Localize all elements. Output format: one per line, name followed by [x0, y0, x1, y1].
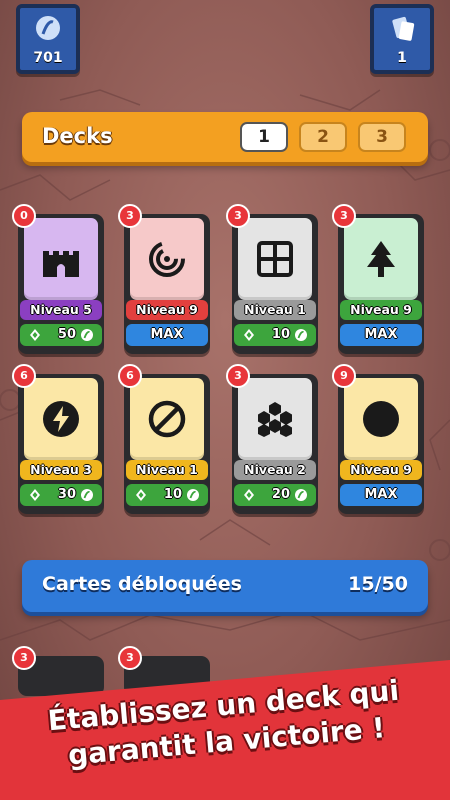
card-upgrade-button[interactable]: 30	[20, 484, 102, 506]
coin-icon	[20, 14, 76, 46]
card-max-label: MAX	[340, 484, 422, 506]
card-art	[130, 378, 204, 460]
deck-tab-2[interactable]: 2	[299, 122, 347, 152]
card-level: Niveau 9	[340, 460, 422, 480]
upgrade-icon	[28, 488, 42, 510]
card-max-label: MAX	[126, 324, 208, 346]
upgrade-cost: 10	[163, 487, 182, 502]
card-icon	[374, 14, 430, 46]
peek-badge-2: 3	[118, 646, 142, 670]
card-circle[interactable]: Niveau 9 MAX 9	[332, 364, 424, 514]
card-count-badge: 3	[226, 364, 250, 388]
upgrade-icon	[134, 488, 148, 510]
card-art	[344, 218, 418, 300]
unlocked-cards-bar[interactable]: Cartes débloquées 15/50	[22, 560, 428, 612]
card-count-badge: 6	[12, 364, 36, 388]
card-level: Niveau 9	[126, 300, 208, 320]
card-hexagons[interactable]: Niveau 2 20 3	[226, 364, 318, 514]
card-upgrade-button[interactable]: 50	[20, 324, 102, 346]
card-art	[238, 378, 312, 460]
upgrade-cost: 30	[57, 487, 76, 502]
card-count-badge: 3	[118, 204, 142, 228]
card-level: Niveau 1	[126, 460, 208, 480]
coin-icon	[294, 488, 308, 510]
upgrade-cost: 10	[271, 327, 290, 342]
card-count-badge: 0	[12, 204, 36, 228]
deck-tab-3[interactable]: 3	[358, 122, 406, 152]
card-count-badge: 9	[332, 364, 356, 388]
card-level: Niveau 9	[340, 300, 422, 320]
card-upgrade-button[interactable]: 10	[234, 324, 316, 346]
card-art	[24, 218, 98, 300]
unlocked-cards-count: 15/50	[348, 573, 408, 595]
card-level: Niveau 2	[234, 460, 316, 480]
card-art	[24, 378, 98, 460]
coin-icon	[80, 488, 94, 510]
card-prohibited[interactable]: Niveau 1 10 6	[118, 364, 210, 514]
card-lightning[interactable]: Niveau 3 30 6	[12, 364, 104, 514]
decks-title: Decks	[42, 124, 113, 148]
upgrade-cost: 20	[271, 487, 290, 502]
coin-count: 701	[33, 50, 63, 66]
coin-counter[interactable]: 701	[16, 4, 80, 74]
coin-icon	[186, 488, 200, 510]
coin-icon	[294, 328, 308, 350]
decks-bar: Decks 1 2 3	[22, 112, 428, 162]
card-art	[344, 378, 418, 460]
card-count-badge: 3	[332, 204, 356, 228]
deck-tab-1[interactable]: 1	[240, 122, 288, 152]
card-upgrade-button[interactable]: 20	[234, 484, 316, 506]
upgrade-icon	[242, 488, 256, 510]
card-max-label: MAX	[340, 324, 422, 346]
upgrade-cost: 50	[57, 327, 76, 342]
card-upgrade-button[interactable]: 10	[126, 484, 208, 506]
card-count: 1	[397, 50, 407, 66]
card-tree[interactable]: Niveau 9 MAX 3	[332, 204, 424, 354]
peek-card-1: 3	[12, 646, 104, 696]
card-art	[238, 218, 312, 300]
card-counter[interactable]: 1	[370, 4, 434, 74]
card-vortex[interactable]: Niveau 9 MAX 3	[118, 204, 210, 354]
card-count-badge: 6	[118, 364, 142, 388]
card-level: Niveau 5	[20, 300, 102, 320]
card-level: Niveau 3	[20, 460, 102, 480]
coin-icon	[80, 328, 94, 350]
upgrade-icon	[28, 328, 42, 350]
card-count-badge: 3	[226, 204, 250, 228]
upgrade-icon	[242, 328, 256, 350]
peek-badge-1: 3	[12, 646, 36, 670]
unlocked-cards-label: Cartes débloquées	[42, 573, 242, 595]
card-level: Niveau 1	[234, 300, 316, 320]
card-grid[interactable]: Niveau 1 10 3	[226, 204, 318, 354]
card-castle[interactable]: Niveau 5 50 0	[12, 204, 104, 354]
card-art	[130, 218, 204, 300]
